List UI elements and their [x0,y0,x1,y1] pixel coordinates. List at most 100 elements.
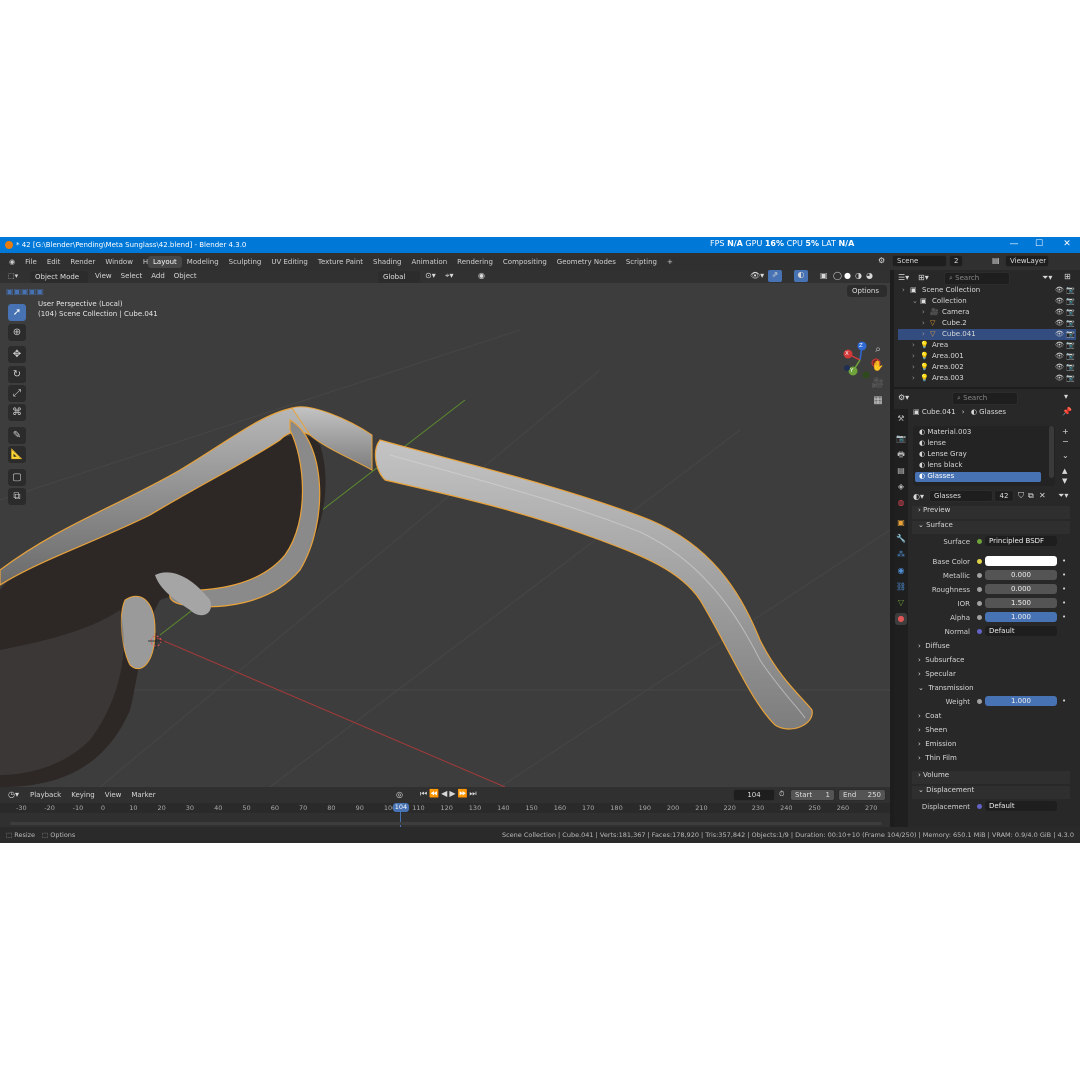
filter-icon[interactable]: ⏷▾ [1042,273,1052,283]
surface-shader-field[interactable]: Principled BSDF [985,536,1057,546]
close-button[interactable]: ✕ [1057,239,1077,249]
properties-options-icon[interactable]: ▾ [1064,392,1068,401]
annotate-tool-icon[interactable]: ✎ [8,427,26,444]
timeline-editor-icon[interactable]: ◷▾ [8,790,19,799]
material-slot-item[interactable]: ◐ lens black [915,461,1041,471]
ior-keyframe-icon[interactable]: • [1062,599,1066,607]
outliner-item[interactable]: › ▽ Cube.041 👁 📷 [898,329,1076,340]
panel-surface[interactable]: ⌄ Surface [912,521,1070,534]
measure-tool-icon[interactable]: 📐 [8,446,26,463]
tab-shading[interactable]: Shading [368,256,406,268]
menu-add[interactable]: Add [151,272,165,280]
tab-rendering[interactable]: Rendering [452,256,498,268]
subpanel-subsurface[interactable]: › Subsurface [918,656,964,664]
ior-field[interactable]: 1.500 [985,598,1057,608]
metallic-keyframe-icon[interactable]: • [1062,571,1066,579]
menu-timeline-view[interactable]: View [105,791,122,799]
base-color-keyframe-icon[interactable]: • [1062,557,1066,565]
shading-wireframe-icon[interactable]: ◯ [833,271,842,280]
blender-menu-icon[interactable]: ◉ [4,256,20,268]
view-layer-icon[interactable]: ▤ [992,256,1000,265]
add-cube-tool-icon[interactable]: ▢ [8,469,26,486]
physics-tab-icon[interactable]: ◉ [895,565,907,577]
auto-key-icon[interactable]: ◎ [396,790,403,799]
render-camera-icon[interactable]: 📷 [1066,330,1075,338]
pin-icon[interactable]: 📌 [1062,407,1072,416]
duplicate-material-icon[interactable]: ⧉ [1028,491,1034,501]
camera-view-icon[interactable]: 🎥 [871,377,885,391]
outliner-item[interactable]: › 🎥 Camera 👁 📷 [898,307,1076,318]
shading-material-icon[interactable]: ◑ [855,271,862,280]
roughness-field[interactable]: 0.000 [985,584,1057,594]
render-camera-icon[interactable]: 📷 [1066,319,1075,327]
tab-modeling[interactable]: Modeling [182,256,224,268]
add-workspace-button[interactable]: + [662,256,678,268]
gizmos-toggle-icon[interactable]: ⇗ [768,270,782,282]
transform-tool-icon[interactable]: ⌘ [8,404,26,421]
object-tab-icon[interactable]: ▣ [895,517,907,529]
move-tool-icon[interactable]: ✥ [8,346,26,363]
outliner-item[interactable]: › 💡 Area.003 👁 📷 [898,373,1076,384]
ior-socket-icon[interactable] [977,601,982,606]
overlays-toggle-icon[interactable]: ◐ [794,270,808,282]
outliner-item[interactable]: › ▣ Scene Collection 👁 📷 [898,285,1076,296]
material-slot-item[interactable]: ◐ Material.003 [915,428,1041,438]
output-tab-icon[interactable]: 🖶 [895,449,907,461]
render-camera-icon[interactable]: 📷 [1066,363,1075,371]
outliner-item[interactable]: ⌄ ▣ Collection 👁 📷 [898,296,1076,307]
playback-controls-icon[interactable]: ⏮⏪◀▶⏩⏭ [420,789,479,799]
scene-selector[interactable]: Scene [892,255,947,267]
grid-projection-icon[interactable]: ▦ [871,394,885,408]
menu-marker[interactable]: Marker [131,791,155,799]
metallic-field[interactable]: 0.000 [985,570,1057,580]
current-frame-badge[interactable]: 104 [393,803,409,812]
selection-mode-icons[interactable]: ▣▣▣▣▣ [6,287,44,296]
normal-field[interactable]: Default [985,626,1057,636]
cursor-tool-icon[interactable]: ⊕ [8,324,26,341]
select-tool-icon[interactable]: ➚ [8,304,26,321]
surface-socket-icon[interactable] [977,539,982,544]
shading-solid-icon[interactable]: ● [844,271,851,280]
alpha-keyframe-icon[interactable]: • [1062,613,1066,621]
visibility-eye-icon[interactable]: 👁 [1055,308,1064,316]
visibility-eye-icon[interactable]: 👁 [1055,363,1064,371]
extrude-tool-icon[interactable]: ⧉ [8,488,26,505]
fake-user-icon[interactable]: ⛉ [1018,491,1024,501]
visibility-eye-icon[interactable]: 👁 [1055,297,1064,305]
material-users-count[interactable]: 42 [994,490,1014,502]
material-tab-icon[interactable]: ● [895,613,907,625]
menu-edit[interactable]: Edit [42,256,66,268]
tab-texture-paint[interactable]: Texture Paint [313,256,368,268]
outliner-item[interactable]: › 💡 Area.002 👁 📷 [898,362,1076,373]
scene-icon[interactable]: ⚙ [878,256,885,265]
move-slot-up-icon[interactable]: ▲ [1062,467,1067,475]
tab-sculpting[interactable]: Sculpting [224,256,267,268]
display-mode-icon[interactable]: ⊞▾ [918,273,929,282]
constraints-tab-icon[interactable]: ⛓ [895,581,907,593]
render-camera-icon[interactable]: 📷 [1066,297,1075,305]
tab-layout[interactable]: Layout [148,256,182,268]
material-slot-item[interactable]: ◐ Lense Gray [915,450,1041,460]
subpanel-specular[interactable]: › Specular [918,670,956,678]
visibility-eye-icon[interactable]: 👁 [1055,319,1064,327]
end-frame-field[interactable]: End 250 [838,789,886,801]
tab-compositing[interactable]: Compositing [498,256,552,268]
subpanel-thin-film[interactable]: › Thin Film [918,754,957,762]
visibility-eye-icon[interactable]: 👁 [1055,352,1064,360]
timeline-scrollbar[interactable] [10,822,882,825]
visibility-eye-icon[interactable]: 👁 [1055,374,1064,382]
shading-rendered-icon[interactable]: ◕ [866,271,873,280]
displacement-socket-icon[interactable] [977,804,982,809]
xray-icon[interactable]: ▣ [820,271,828,280]
outliner-editor-icon[interactable]: ☰▾ [898,273,909,282]
scene-users-count[interactable]: 2 [949,255,963,267]
minimize-button[interactable]: — [1004,239,1024,249]
panel-preview[interactable]: › Preview [912,506,1070,519]
render-camera-icon[interactable]: 📷 [1066,341,1075,349]
particles-tab-icon[interactable]: ⁂ [895,549,907,561]
menu-select[interactable]: Select [121,272,143,280]
outliner-item[interactable]: › 💡 Area.001 👁 📷 [898,351,1076,362]
render-camera-icon[interactable]: 📷 [1066,352,1075,360]
new-collection-icon[interactable]: ⊞ [1064,272,1071,281]
world-tab-icon[interactable]: ◍ [895,497,907,509]
